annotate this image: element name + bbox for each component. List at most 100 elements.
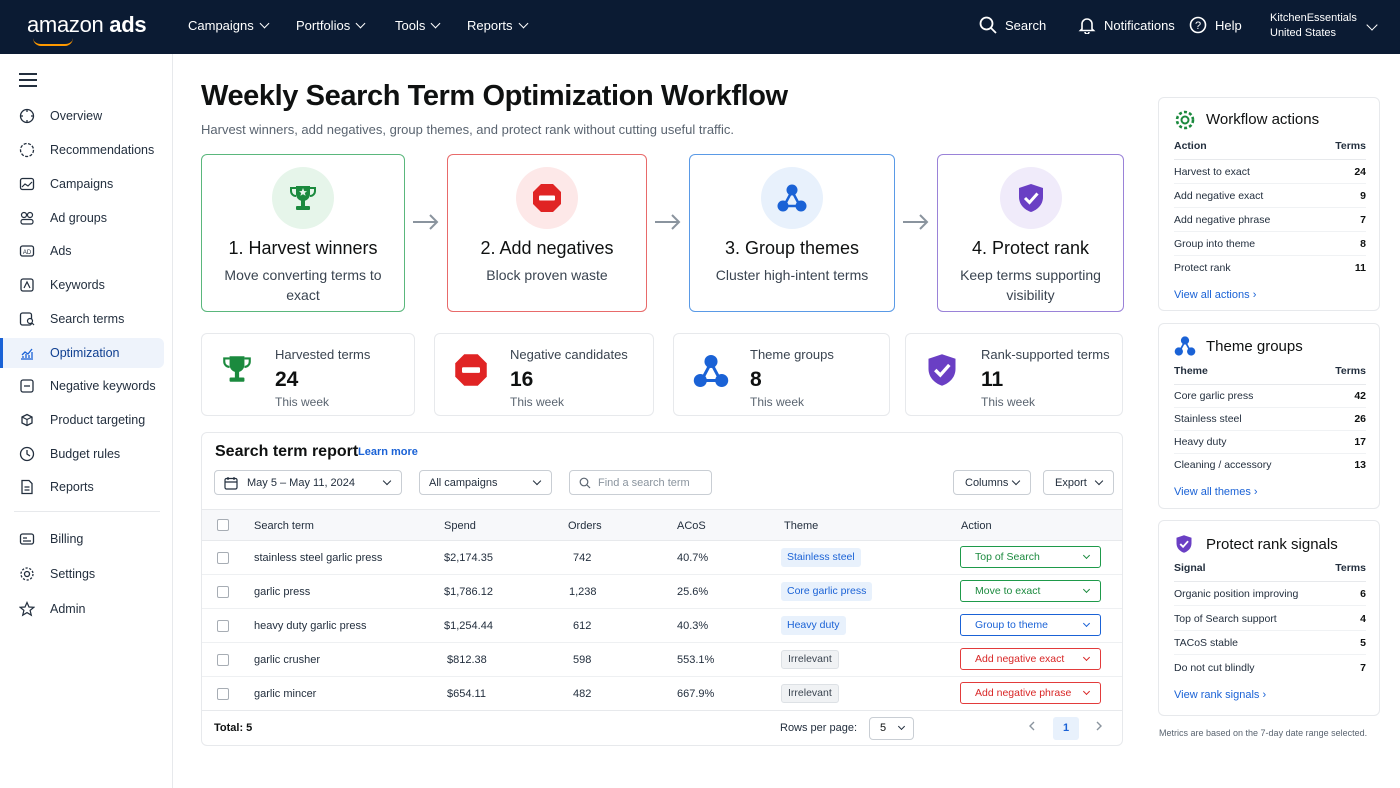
sidebar-item-overview[interactable]: Overview <box>0 101 164 131</box>
table-row: heavy duty garlic press $1,254.44 612 40… <box>202 609 1122 643</box>
chevron-down-icon[interactable] <box>1366 19 1378 31</box>
item-count: 6 <box>1360 588 1366 600</box>
row-checkbox[interactable] <box>217 620 229 632</box>
chevron-down-icon <box>430 18 441 29</box>
view-all-themes-link[interactable]: View all themes › <box>1174 486 1258 498</box>
columns-label: Columns <box>965 476 1009 489</box>
workflow-card-themes[interactable]: 3. Group themes Cluster high-intent term… <box>689 154 895 312</box>
sidebar: Overview Recommendations Campaigns Ad gr… <box>0 54 173 788</box>
action-value: Group to theme <box>975 619 1048 631</box>
list-item: Core garlic press 42 <box>1174 384 1366 408</box>
nav-portfolios[interactable]: Portfolios <box>296 18 366 33</box>
stat-period: This week <box>275 395 330 409</box>
nav-label: Reports <box>467 18 513 33</box>
date-range-picker[interactable]: May 5 – May 11, 2024 <box>214 470 402 495</box>
item-count: 9 <box>1360 190 1366 202</box>
action-select[interactable]: Move to exact <box>960 580 1101 602</box>
cell-spend: $2,174.35 <box>444 552 493 564</box>
link-label: View all themes <box>1174 486 1251 498</box>
workflow-card-protect[interactable]: 4. Protect rank Keep terms supporting vi… <box>937 154 1124 312</box>
chevron-down-icon <box>897 722 906 731</box>
next-page-button[interactable] <box>1086 717 1112 740</box>
cell-spend: $812.38 <box>447 654 487 666</box>
sidebar-item-campaigns[interactable]: Campaigns <box>0 169 164 199</box>
amazon-ads-logo[interactable]: amazon ads <box>27 12 147 46</box>
sidebar-item-admin[interactable]: Admin <box>0 594 164 624</box>
item-count: 8 <box>1360 238 1366 250</box>
table-row: garlic mincer $654.11 482 667.9% Irrelev… <box>202 677 1122 711</box>
sidebar-item-product-targeting[interactable]: Product targeting <box>0 405 164 435</box>
item-label: Stainless steel <box>1174 413 1242 425</box>
nav-tools[interactable]: Tools <box>395 18 441 33</box>
workflow-card-negatives[interactable]: 2. Add negatives Block proven waste <box>447 154 647 312</box>
columns-button[interactable]: Columns <box>953 470 1031 495</box>
nav-campaigns[interactable]: Campaigns <box>188 18 270 33</box>
search-term-search[interactable] <box>569 470 712 495</box>
notifications-button[interactable]: Notifications <box>1078 16 1175 34</box>
export-button[interactable]: Export <box>1043 470 1114 495</box>
item-label: TACoS stable <box>1174 637 1238 649</box>
sidebar-item-billing[interactable]: Billing <box>0 524 164 554</box>
sidebar-divider <box>14 511 160 512</box>
row-checkbox[interactable] <box>217 688 229 700</box>
col-search-term[interactable]: Search term <box>254 520 314 532</box>
col-acos[interactable]: ACoS <box>677 520 706 532</box>
action-select[interactable]: Top of Search <box>960 546 1101 568</box>
sidebar-item-optimization[interactable]: Optimization <box>0 338 164 368</box>
cell-orders: 612 <box>573 620 592 632</box>
search-button[interactable]: Search <box>979 16 1046 34</box>
learn-more-link[interactable]: Learn more <box>358 446 418 458</box>
search-term-report: Search term report Learn more May 5 – Ma… <box>201 432 1123 746</box>
row-checkbox[interactable] <box>217 586 229 598</box>
sidebar-item-label: Campaigns <box>50 177 114 191</box>
nav-reports[interactable]: Reports <box>467 18 528 33</box>
help-button[interactable]: ? Help <box>1189 16 1242 34</box>
col-orders[interactable]: Orders <box>568 520 602 532</box>
sidebar-item-search-terms[interactable]: Search terms <box>0 304 164 334</box>
cell-term: garlic crusher <box>254 654 321 666</box>
view-rank-signals-link[interactable]: View rank signals › <box>1174 689 1266 701</box>
sidebar-item-ads[interactable]: AD Ads <box>0 236 164 266</box>
prev-page-button[interactable] <box>1019 717 1045 740</box>
workflow-actions-panel: Workflow actions Action Terms Harvest to … <box>1158 97 1380 311</box>
app-root: amazon ads Campaigns Portfolios Tools Re… <box>0 0 1400 788</box>
page-subtitle: Harvest winners, add negatives, group th… <box>201 122 735 137</box>
billing-icon <box>19 533 35 545</box>
hamburger-menu-icon[interactable] <box>19 73 37 91</box>
rows-per-page-select[interactable]: 5 <box>869 717 914 740</box>
list-item: Add negative phrase 7 <box>1174 208 1366 232</box>
help-icon: ? <box>1189 16 1207 34</box>
search-term-input[interactable] <box>598 476 708 489</box>
panel-col2: Terms <box>1335 140 1366 152</box>
campaign-filter[interactable]: All campaigns <box>419 470 552 495</box>
shield-check-icon <box>1176 535 1192 553</box>
view-all-actions-link[interactable]: View all actions › <box>1174 289 1256 301</box>
workflow-card-harvest[interactable]: 1. Harvest winners Move converting terms… <box>201 154 405 312</box>
account-switcher[interactable]: KitchenEssentials United States <box>1270 11 1357 41</box>
col-action[interactable]: Action <box>961 520 992 532</box>
sidebar-item-recommendations[interactable]: Recommendations <box>0 135 164 165</box>
sidebar-item-settings[interactable]: Settings <box>0 559 164 589</box>
select-all-checkbox[interactable] <box>217 519 229 531</box>
list-item: Stainless steel 26 <box>1174 407 1366 431</box>
page-number[interactable]: 1 <box>1053 717 1079 740</box>
action-select[interactable]: Add negative phrase <box>960 682 1101 704</box>
sidebar-item-label: Ads <box>50 244 72 258</box>
sidebar-item-ad-groups[interactable]: Ad groups <box>0 203 164 233</box>
sidebar-item-reports[interactable]: Reports <box>0 472 164 502</box>
svg-text:AD: AD <box>23 250 32 256</box>
action-select[interactable]: Add negative exact <box>960 648 1101 670</box>
date-range-value: May 5 – May 11, 2024 <box>247 476 356 489</box>
item-label: Organic position improving <box>1174 588 1299 600</box>
action-select[interactable]: Group to theme <box>960 614 1101 636</box>
row-checkbox[interactable] <box>217 654 229 666</box>
sidebar-item-keywords[interactable]: Keywords <box>0 270 164 300</box>
sidebar-item-negative-keywords[interactable]: Negative keywords <box>0 371 164 401</box>
chevron-right-icon: › <box>1262 689 1267 701</box>
col-theme[interactable]: Theme <box>784 520 818 532</box>
chevron-down-icon <box>382 476 392 486</box>
col-spend[interactable]: Spend <box>444 520 476 532</box>
sidebar-item-budget-rules[interactable]: Budget rules <box>0 439 164 469</box>
row-checkbox[interactable] <box>217 552 229 564</box>
workflow-title: 3. Group themes <box>724 238 860 258</box>
